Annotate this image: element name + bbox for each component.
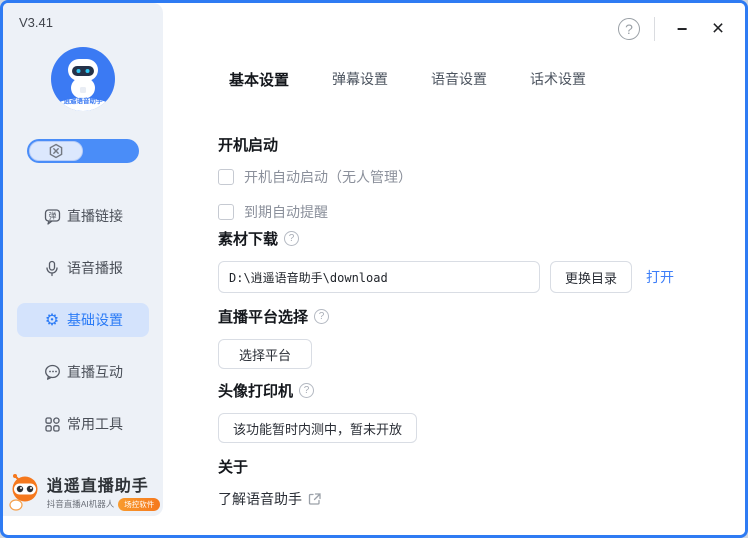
tab-basic-settings[interactable]: 基本设置 [229, 69, 289, 94]
section-title: 开机启动 [218, 134, 278, 155]
sidebar-item-label: 直播互动 [67, 362, 123, 382]
assistant-toggle[interactable] [27, 139, 139, 163]
minimize-button[interactable]: − [669, 16, 695, 42]
app-avatar: 逍遥语音助手 [51, 47, 115, 111]
brand-badge: 场控软件 [118, 498, 160, 511]
brand-footer: 逍遥直播助手 抖音直播AI机器人 场控软件 [3, 471, 163, 511]
settings-tabs: 基本设置 弹幕设置 语音设置 话术设置 [229, 69, 586, 94]
learn-more-link[interactable]: 了解语音助手 [218, 489, 302, 509]
sidebar-item-label: 直播链接 [67, 206, 123, 226]
open-directory-link[interactable]: 打开 [646, 267, 674, 287]
autostart-label: 开机自动启动（无人管理） [244, 167, 412, 187]
sidebar-item-common-tools[interactable]: 常用工具 [17, 407, 149, 441]
help-icon[interactable]: ? [284, 231, 299, 246]
microphone-icon [43, 259, 61, 277]
section-avatar-printer: 头像打印机 ? 该功能暂时内测中，暂未开放 [218, 380, 417, 443]
about-link-row[interactable]: 了解语音助手 [218, 489, 322, 509]
sidebar-item-basic-settings[interactable]: ⚙ 基础设置 [17, 303, 149, 337]
external-link-icon [308, 492, 322, 506]
titlebar-controls: ? − × [618, 16, 731, 42]
svg-text:逍遥语音助手: 逍遥语音助手 [64, 96, 104, 105]
autostart-row: 开机自动启动（无人管理） [218, 167, 412, 187]
svg-text:弹: 弹 [48, 210, 56, 220]
autostart-checkbox[interactable] [218, 169, 234, 185]
section-platform-select: 直播平台选择 ? 选择平台 [218, 306, 329, 369]
sidebar-item-live-link[interactable]: 弹 直播链接 [17, 199, 149, 233]
tab-voice-settings[interactable]: 语音设置 [431, 69, 487, 94]
expire-remind-label: 到期自动提醒 [244, 202, 328, 222]
sidebar-menu: 弹 直播链接 语音播报 ⚙ 基础设置 [3, 199, 163, 459]
tab-script-settings[interactable]: 话术设置 [530, 69, 586, 94]
robot-avatar-icon: 逍遥语音助手 [51, 47, 115, 111]
change-directory-button[interactable]: 更换目录 [550, 261, 632, 293]
section-title: 直播平台选择 [218, 306, 308, 327]
section-startup: 开机启动 开机自动启动（无人管理） 到期自动提醒 [218, 134, 412, 237]
printer-beta-button[interactable]: 该功能暂时内测中，暂未开放 [218, 413, 417, 443]
version-label: V3.41 [19, 15, 53, 30]
brand-subtitle: 抖音直播AI机器人 [47, 498, 115, 510]
section-title: 素材下载 [218, 228, 278, 249]
close-button[interactable]: × [705, 16, 731, 42]
sidebar: V3.41 逍遥语音助手 [3, 3, 163, 516]
help-icon[interactable]: ? [299, 383, 314, 398]
sidebar-item-voice-broadcast[interactable]: 语音播报 [17, 251, 149, 285]
main-content: ? − × 基本设置 弹幕设置 语音设置 话术设置 开机启动 开机自动启动（无人… [163, 3, 745, 535]
help-button[interactable]: ? [618, 18, 640, 40]
sidebar-item-label: 基础设置 [67, 310, 123, 330]
brand-title: 逍遥直播助手 [47, 472, 161, 496]
section-title: 关于 [218, 456, 248, 477]
download-path-input[interactable] [218, 261, 540, 293]
app-window: V3.41 逍遥语音助手 [0, 0, 748, 538]
sidebar-item-label: 常用工具 [67, 414, 123, 434]
help-icon[interactable]: ? [314, 309, 329, 324]
section-material-download: 素材下载 ? 更换目录 打开 [218, 228, 674, 293]
select-platform-button[interactable]: 选择平台 [218, 339, 312, 369]
toggle-thumb [29, 141, 83, 161]
titlebar-divider [654, 17, 655, 41]
expire-remind-row: 到期自动提醒 [218, 202, 412, 222]
sidebar-item-label: 语音播报 [67, 258, 123, 278]
chat-bubble-icon [43, 363, 61, 381]
hexagon-x-icon [48, 143, 64, 159]
tab-danmu-settings[interactable]: 弹幕设置 [332, 69, 388, 94]
brand-robot-icon [6, 471, 42, 511]
gear-icon: ⚙ [43, 311, 61, 329]
danmu-bubble-icon: 弹 [43, 207, 61, 225]
section-title: 头像打印机 [218, 380, 293, 401]
expire-remind-checkbox[interactable] [218, 204, 234, 220]
sidebar-item-live-interaction[interactable]: 直播互动 [17, 355, 149, 389]
grid-icon [43, 415, 61, 433]
section-about: 关于 了解语音助手 [218, 456, 322, 509]
